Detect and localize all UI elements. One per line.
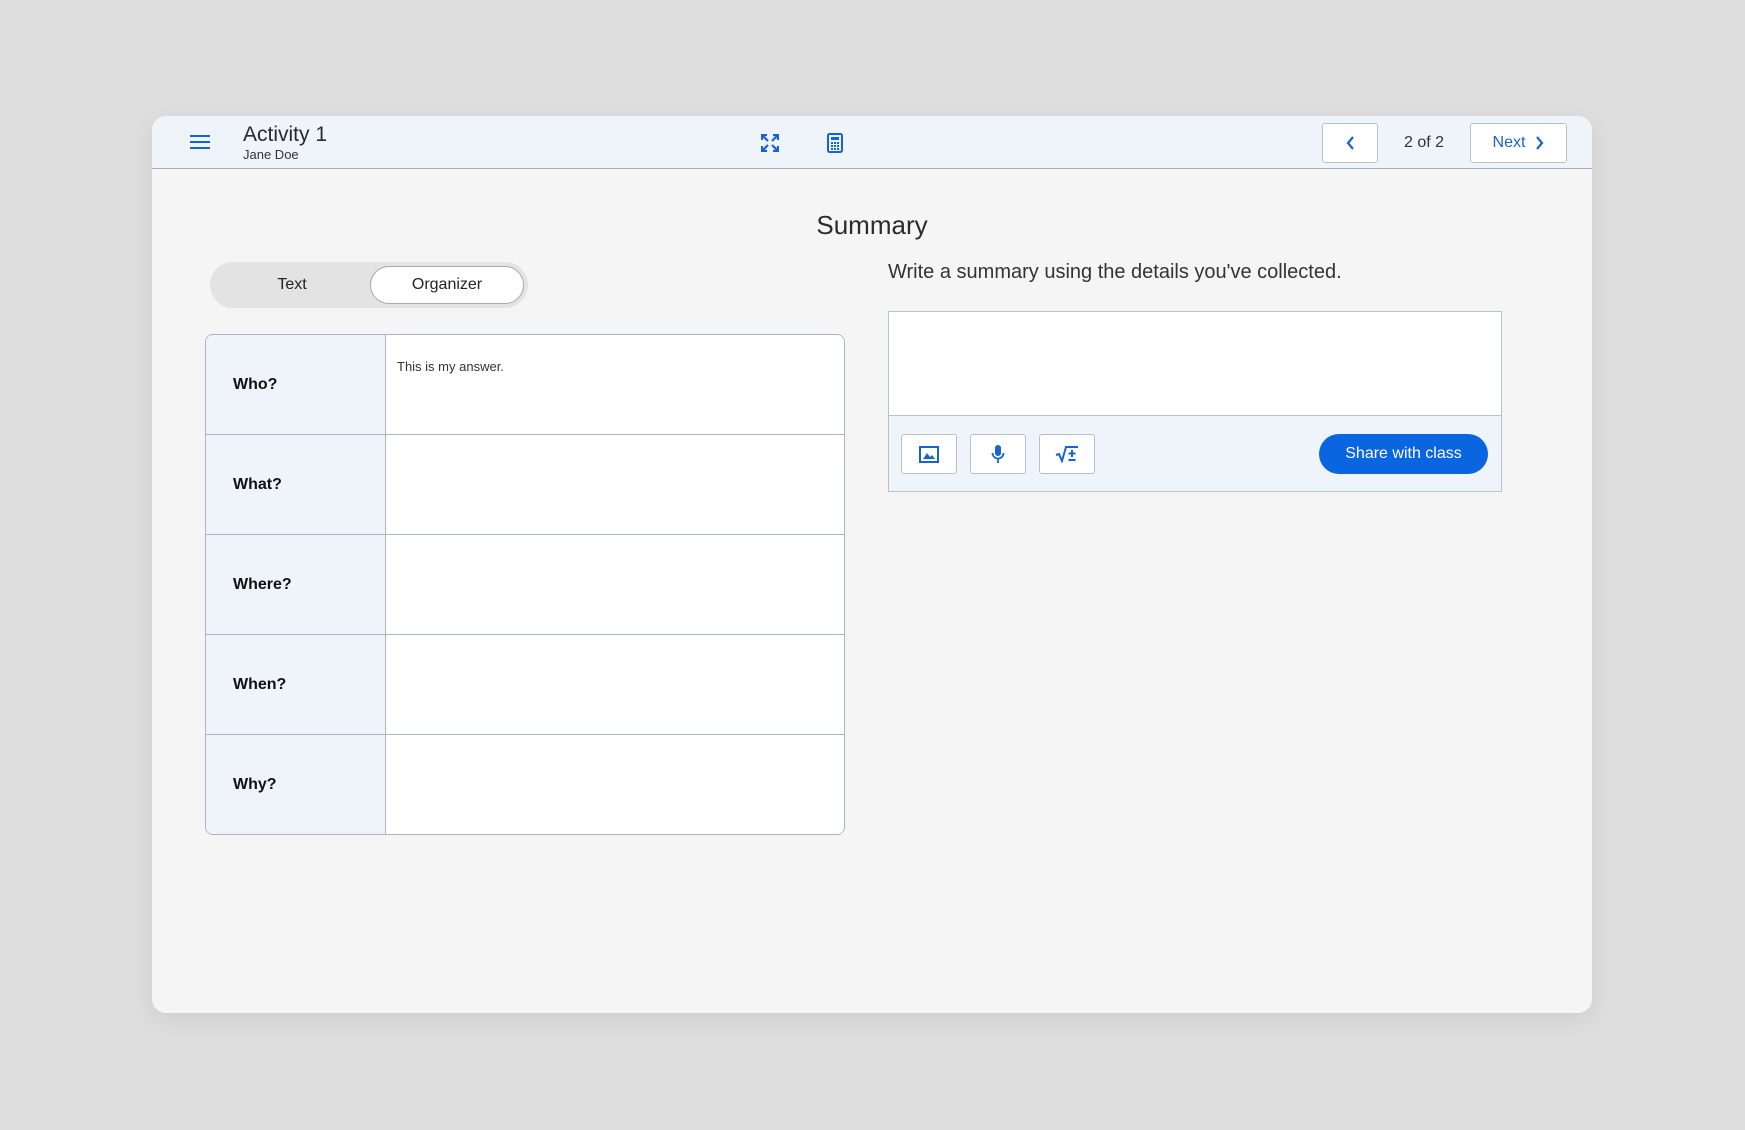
previous-page-button[interactable] [1322,123,1378,163]
insert-equation-button[interactable] [1039,434,1095,474]
organizer-table: Who? This is my answer. What? Where? Whe… [205,334,845,835]
organizer-label-where: Where? [206,535,386,634]
microphone-icon [991,445,1005,463]
organizer-answer-where[interactable] [386,535,844,634]
activity-title: Activity 1 [243,123,328,146]
organizer-label-who: Who? [206,335,386,434]
page-title: Summary [816,210,928,240]
calculator-button[interactable] [820,128,850,158]
summary-editor: Share with class [888,311,1502,492]
chevron-right-icon [1536,136,1544,150]
summary-input[interactable] [889,312,1501,415]
organizer-answer-when[interactable] [386,635,844,734]
insert-image-button[interactable] [901,434,957,474]
menu-button[interactable] [188,131,212,153]
share-with-class-button[interactable]: Share with class [1319,434,1488,474]
view-toggle: Text Organizer [210,262,528,308]
organizer-row-where: Where? [206,535,844,635]
organizer-row-what: What? [206,435,844,535]
student-name: Jane Doe [243,147,299,162]
record-audio-button[interactable] [970,434,1026,474]
app-window: Activity 1 Jane Doe 2 of 2 Next Summary … [152,116,1592,1013]
math-equation-icon [1055,446,1078,463]
toggle-text-option[interactable]: Text [214,266,370,304]
organizer-label-why: Why? [206,735,386,834]
organizer-label-when: When? [206,635,386,734]
next-label: Next [1492,134,1526,151]
next-page-button[interactable]: Next [1470,123,1567,163]
toggle-organizer-option[interactable]: Organizer [370,266,524,304]
fullscreen-expand-icon [761,134,779,152]
image-icon [919,445,939,463]
organizer-answer-what[interactable] [386,435,844,534]
summary-prompt: Write a summary using the details you've… [888,261,1342,283]
organizer-answer-who[interactable]: This is my answer. [386,335,844,434]
calculator-icon [827,133,843,153]
organizer-answer-why[interactable] [386,735,844,834]
fullscreen-button[interactable] [755,128,785,158]
chevron-left-icon [1346,136,1354,150]
title-block: Activity 1 Jane Doe [243,122,327,163]
organizer-row-when: When? [206,635,844,735]
organizer-row-why: Why? [206,735,844,834]
organizer-row-who: Who? This is my answer. [206,335,844,435]
hamburger-menu-icon [190,135,210,149]
page-counter: 2 of 2 [1403,134,1445,151]
summary-toolbar: Share with class [889,415,1501,491]
organizer-label-what: What? [206,435,386,534]
top-bar: Activity 1 Jane Doe 2 of 2 Next [152,116,1592,169]
